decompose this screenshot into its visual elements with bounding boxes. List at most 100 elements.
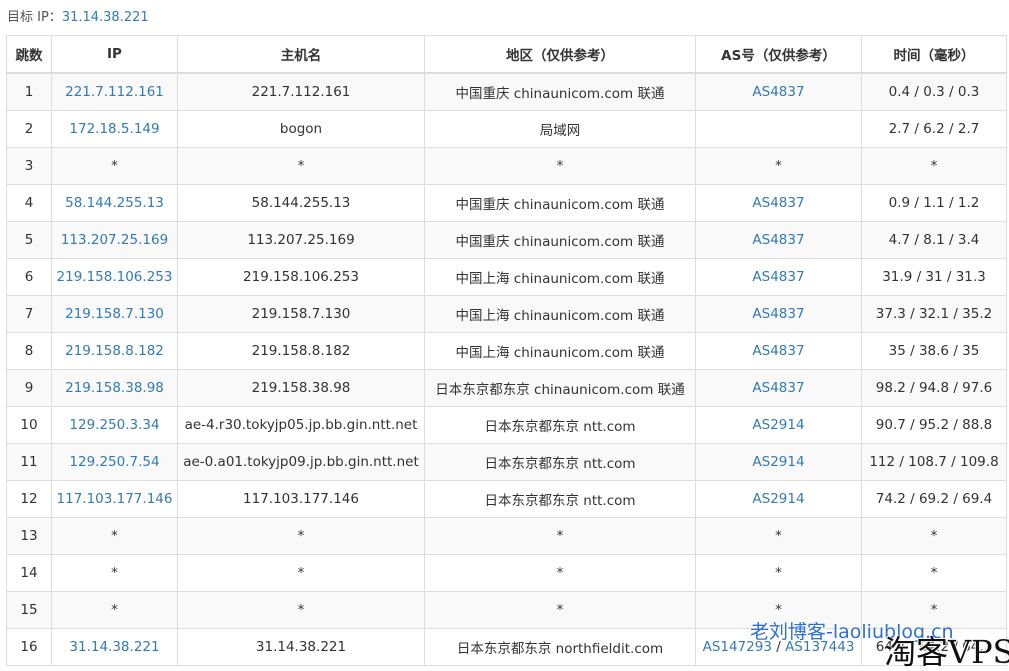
latency-text: * xyxy=(930,158,938,174)
hostname-cell: 219.158.7.130 xyxy=(177,295,425,333)
asn-link[interactable]: AS4837 xyxy=(752,84,804,100)
ip-link[interactable]: 117.103.177.146 xyxy=(57,491,173,507)
ip-cell: 58.144.255.13 xyxy=(51,184,178,222)
hop-number: 11 xyxy=(20,454,38,470)
time-cell: 31.9 / 31 / 31.3 xyxy=(861,258,1007,296)
hop-number: 8 xyxy=(24,343,34,359)
asn-cell: AS4837 xyxy=(695,332,862,370)
hop-number: 4 xyxy=(24,195,34,211)
ip-cell: * xyxy=(51,591,178,629)
target-ip-line: 目标 IP：31.14.38.221 xyxy=(7,8,149,28)
region-text: 日本东京都东京 northfieldit.com xyxy=(456,641,664,657)
ip-cell: 113.207.25.169 xyxy=(51,221,178,259)
hop-number: 1 xyxy=(24,84,34,100)
hop-cell: 5 xyxy=(6,221,52,259)
region-cell: 中国重庆 chinaunicom.com 联通 xyxy=(424,72,696,111)
asn-cell: * xyxy=(695,147,862,185)
asn-cell: AS4837 xyxy=(695,221,862,259)
table-row: 4 58.144.255.13 58.144.255.13 中国重庆 chinauni… xyxy=(6,184,1007,222)
latency-text: 37.3 / 32.1 / 35.2 xyxy=(875,306,993,322)
asn-link[interactable]: AS2914 xyxy=(752,491,804,507)
hostname-text: 113.207.25.169 xyxy=(247,232,355,248)
table-row: 10 129.250.3.34 ae-4.r30.tokyjp05.jp.bb.gi… xyxy=(6,406,1007,444)
hop-cell: 8 xyxy=(6,332,52,370)
hostname-cell: 219.158.8.182 xyxy=(177,332,425,370)
hop-cell: 12 xyxy=(6,480,52,518)
time-cell: 112 / 108.7 / 109.8 xyxy=(861,443,1007,481)
header-region: 地区（仅供参考） xyxy=(424,35,696,74)
asn-cell: * xyxy=(695,517,862,555)
hop-number: 7 xyxy=(24,306,34,322)
region-text: 中国上海 chinaunicom.com 联通 xyxy=(455,345,665,361)
region-text: 中国上海 chinaunicom.com 联通 xyxy=(455,271,665,287)
hop-cell: 10 xyxy=(6,406,52,444)
ip-cell: * xyxy=(51,147,178,185)
table-row: 7 219.158.7.130 219.158.7.130 中国上海 chinauni… xyxy=(6,295,1007,333)
hop-number: 9 xyxy=(24,380,34,396)
latency-text: 35 / 38.6 / 35 xyxy=(888,343,980,359)
table-row: 6 219.158.106.253 219.158.106.253 中国上海 chin… xyxy=(6,258,1007,296)
ip-link[interactable]: 221.7.112.161 xyxy=(65,84,164,100)
region-text: 日本东京都东京 ntt.com xyxy=(484,493,636,509)
ip-link[interactable]: 113.207.25.169 xyxy=(61,232,168,248)
ip-cell: 129.250.7.54 xyxy=(51,443,178,481)
region-cell: 日本东京都东京 northfieldit.com xyxy=(424,628,696,666)
ip-link[interactable]: 219.158.7.130 xyxy=(65,306,164,322)
ip-cell: 219.158.106.253 xyxy=(51,258,178,296)
ip-cell: * xyxy=(51,554,178,592)
latency-text: * xyxy=(930,565,938,581)
ip-link[interactable]: 219.158.106.253 xyxy=(57,269,173,285)
ip-link[interactable]: 129.250.3.34 xyxy=(69,417,159,433)
region-cell: 日本东京都东京 ntt.com xyxy=(424,480,696,518)
hostname-text: * xyxy=(297,528,305,544)
ip-link[interactable]: 58.144.255.13 xyxy=(65,195,164,211)
ip-cell: 31.14.38.221 xyxy=(51,628,178,666)
ip-link[interactable]: 219.158.8.182 xyxy=(65,343,164,359)
region-text: * xyxy=(556,528,564,544)
region-cell: 中国重庆 chinaunicom.com 联通 xyxy=(424,184,696,222)
ip-link[interactable]: 129.250.7.54 xyxy=(69,454,159,470)
ip-cell: 117.103.177.146 xyxy=(51,480,178,518)
region-cell: * xyxy=(424,591,696,629)
ip-link[interactable]: 31.14.38.221 xyxy=(69,639,159,655)
table-row: 13 * * * * * xyxy=(6,517,1007,555)
region-text: 中国重庆 chinaunicom.com 联通 xyxy=(455,234,665,250)
ip-link[interactable]: 219.158.38.98 xyxy=(65,380,164,396)
asn-link[interactable]: AS4837 xyxy=(752,306,804,322)
asn-link[interactable]: AS2914 xyxy=(752,454,804,470)
hostname-cell: 117.103.177.146 xyxy=(177,480,425,518)
region-cell: * xyxy=(424,517,696,555)
region-cell: * xyxy=(424,554,696,592)
hostname-text: * xyxy=(297,602,305,618)
time-cell: * xyxy=(861,517,1007,555)
hop-cell: 14 xyxy=(6,554,52,592)
asn-cell: * xyxy=(695,554,862,592)
table-header-row: 跳数 IP 主机名 地区（仅供参考） AS号（仅供参考） 时间（毫秒） xyxy=(6,35,1007,74)
region-text: 日本东京都东京 ntt.com xyxy=(484,419,636,435)
hop-number: 10 xyxy=(20,417,38,433)
asn-link[interactable]: AS4837 xyxy=(752,232,804,248)
ip-cell: 219.158.8.182 xyxy=(51,332,178,370)
hop-number: 13 xyxy=(20,528,38,544)
table-row: 5 113.207.25.169 113.207.25.169 中国重庆 chinau… xyxy=(6,221,1007,259)
hop-number: 3 xyxy=(24,158,34,174)
ip-placeholder: * xyxy=(111,158,118,174)
asn-link[interactable]: AS4837 xyxy=(752,195,804,211)
hostname-text: 117.103.177.146 xyxy=(243,491,359,507)
latency-text: 4.7 / 8.1 / 3.4 xyxy=(888,232,980,248)
time-cell: 4.7 / 8.1 / 3.4 xyxy=(861,221,1007,259)
asn-link[interactable]: AS4837 xyxy=(752,380,804,396)
latency-text: 0.9 / 1.1 / 1.2 xyxy=(888,195,980,211)
hop-number: 6 xyxy=(24,269,34,285)
latency-text: * xyxy=(930,528,938,544)
header-ip: IP xyxy=(51,35,178,74)
asn-link[interactable]: AS4837 xyxy=(752,269,804,285)
brand-watermark: 淘客VPS xyxy=(884,633,1009,671)
asn-link[interactable]: AS4837 xyxy=(752,343,804,359)
asn-cell: AS4837 xyxy=(695,369,862,407)
ip-link[interactable]: 172.18.5.149 xyxy=(69,121,159,137)
asn-link[interactable]: AS2914 xyxy=(752,417,804,433)
table-row: 12 117.103.177.146 117.103.177.146 日本东京都东京 … xyxy=(6,480,1007,518)
region-text: 中国重庆 chinaunicom.com 联通 xyxy=(455,86,665,102)
region-cell: 日本东京都东京 chinaunicom.com 联通 xyxy=(424,369,696,407)
